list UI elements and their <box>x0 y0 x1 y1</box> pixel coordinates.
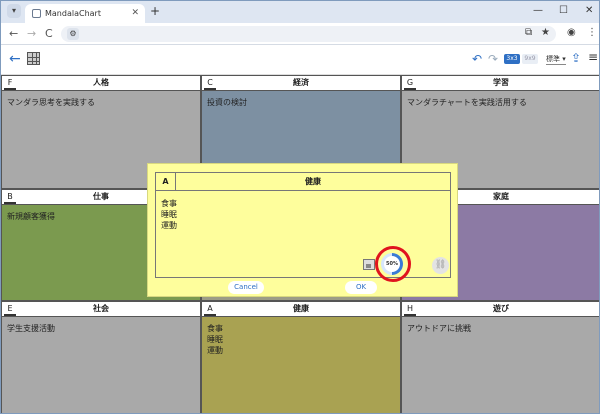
browser-window: ▾ MandalaChart ✕ + — ☐ ✕ ← → C ⚙ ⧉ ★ ◉ ⋮… <box>0 0 600 414</box>
dialog-card: A 健康 食事 睡眠 運動 50% ⛓ <box>155 172 451 282</box>
cell-h[interactable]: H 遊び アウトドアに挑戦 <box>401 301 599 413</box>
edit-dialog: A 健康 食事 睡眠 運動 50% ⛓ Cancel OK <box>147 163 458 297</box>
site-info-icon[interactable]: ⚙ <box>67 28 79 40</box>
zoom-select[interactable]: 標準 ▾ <box>546 54 566 65</box>
dialog-text-area[interactable]: 食事 睡眠 運動 <box>161 198 177 231</box>
image-icon[interactable] <box>363 259 375 270</box>
cancel-button[interactable]: Cancel <box>228 281 264 294</box>
cell-letter: B <box>4 191 16 204</box>
cell-title: 仕事 <box>93 192 109 201</box>
cell-title: 家庭 <box>493 192 509 201</box>
new-tab-button[interactable]: + <box>150 4 160 18</box>
cell-letter: F <box>4 77 16 90</box>
cell-title: 社会 <box>93 304 109 313</box>
grid-9x9-button[interactable]: 9x9 <box>522 54 538 64</box>
address-bar: ← → C ⚙ ⧉ ★ ◉ ⋮ <box>1 23 599 45</box>
cell-text: 学生支援活動 <box>7 324 55 333</box>
dialog-letter: A <box>156 173 176 191</box>
link-icon[interactable]: ⛓ <box>432 257 449 274</box>
install-app-icon[interactable]: ⧉ <box>525 27 532 38</box>
highlight-circle <box>375 246 411 282</box>
cell-letter: C <box>204 77 216 90</box>
bookmark-star-icon[interactable]: ★ <box>541 27 550 38</box>
grid-3x3-button[interactable]: 3x3 <box>504 54 520 64</box>
cell-letter: G <box>404 77 416 90</box>
dialog-title-field[interactable]: 健康 <box>176 173 450 191</box>
cell-title: 遊び <box>493 304 509 313</box>
close-window-button[interactable]: ✕ <box>585 5 593 16</box>
favicon-icon <box>32 9 41 18</box>
browser-menu-icon[interactable]: ⋮ <box>587 27 597 38</box>
cell-title: 学習 <box>493 78 509 87</box>
cell-letter: H <box>404 303 416 316</box>
back-arrow-icon[interactable]: ← <box>9 51 21 67</box>
cell-text: 食事 睡眠 運動 <box>207 324 223 355</box>
cell-text: 投資の検討 <box>207 98 247 107</box>
cell-title: 経済 <box>293 78 309 87</box>
tab-mandalachart[interactable]: MandalaChart ✕ <box>25 4 145 23</box>
cell-a[interactable]: A 健康 食事 睡眠 運動 <box>201 301 401 413</box>
reload-button[interactable]: C <box>45 27 53 40</box>
minimize-button[interactable]: — <box>533 5 543 16</box>
cell-title: 人格 <box>93 78 109 87</box>
redo-icon[interactable]: ↷ <box>488 52 498 66</box>
tab-search-icon[interactable]: ▾ <box>7 4 21 18</box>
forward-button[interactable]: → <box>27 27 36 40</box>
app-toolbar: ← ↶ ↷ 3x3 9x9 標準 ▾ ⇪ ≡ <box>1 45 599 75</box>
cell-e[interactable]: E 社会 学生支援活動 <box>1 301 201 413</box>
maximize-button[interactable]: ☐ <box>559 5 568 16</box>
cell-text: マンダラ思考を実践する <box>7 98 95 107</box>
undo-icon[interactable]: ↶ <box>472 52 482 66</box>
cell-text: マンダラチャートを実践活用する <box>407 98 527 107</box>
tab-bar: ▾ MandalaChart ✕ + — ☐ ✕ <box>1 1 599 23</box>
share-icon[interactable]: ⇪ <box>571 51 581 65</box>
cell-text: 新規顧客獲得 <box>7 212 55 221</box>
back-button[interactable]: ← <box>9 27 18 40</box>
cell-letter: E <box>4 303 16 316</box>
tab-title: MandalaChart <box>45 9 101 18</box>
cell-title: 健康 <box>293 304 309 313</box>
tab-close-icon[interactable]: ✕ <box>131 8 139 18</box>
profile-icon[interactable]: ◉ <box>567 27 576 38</box>
menu-icon[interactable]: ≡ <box>588 50 598 64</box>
grid-icon[interactable] <box>27 52 40 65</box>
ok-button[interactable]: OK <box>345 281 377 294</box>
cell-text: アウトドアに挑戦 <box>407 324 471 333</box>
cell-letter: A <box>204 303 216 316</box>
url-field[interactable]: ⚙ <box>61 26 556 42</box>
